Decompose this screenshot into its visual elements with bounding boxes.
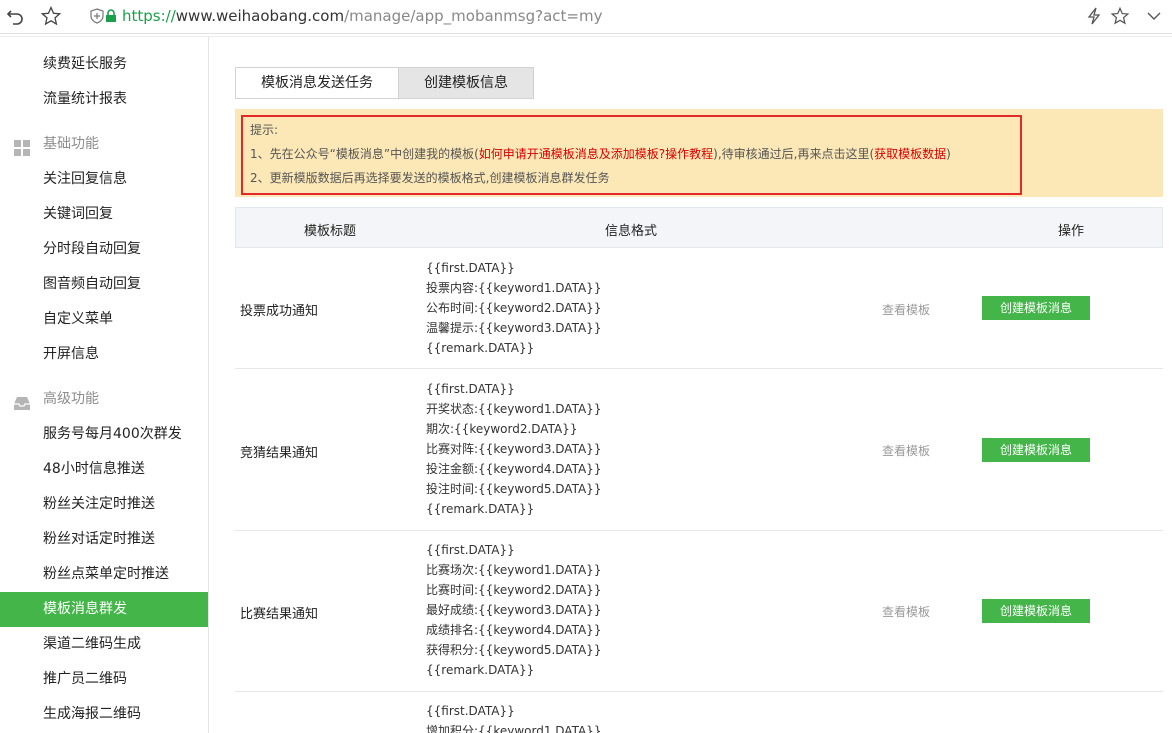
star-icon[interactable] [40,5,62,27]
address-bar-url[interactable]: https://www.weihaobang.com/manage/app_mo… [122,7,602,25]
format-line: {{first.DATA}} [426,704,515,718]
format-line: 期次:{{keyword2.DATA}} [426,422,578,436]
format-line: 投注金额:{{keyword4.DATA}} [426,462,602,476]
sidebar-item-splash-info[interactable]: 开屏信息 [0,337,208,372]
tab-create-template[interactable]: 创建模板信息 [399,67,534,99]
format-line: 公布时间:{{keyword2.DATA}} [426,301,602,315]
sidebar: 续费延长服务 流量统计报表 基础功能 关注回复信息 关键词回复 分时段自动回复 … [0,37,209,733]
sidebar-item-poster-qrcode[interactable]: 生成海报二维码 [0,697,208,732]
format-line: 比赛时间:{{keyword2.DATA}} [426,583,602,597]
format-line: {{first.DATA}} [426,543,515,557]
lightning-icon[interactable] [1083,5,1105,27]
sidebar-item-traffic-stats[interactable]: 流量统计报表 [0,82,208,117]
sidebar-item-renewal[interactable]: 续费延长服务 [0,47,208,82]
create-template-message-button[interactable]: 创建模板消息 [982,438,1090,462]
sidebar-group-advanced: 高级功能 [0,382,208,417]
notice-line-1-text-a: 1、先在公众号“模板消息”中创建我的模板( [250,147,479,161]
table-header: 模板标题 信息格式 操作 [235,207,1163,248]
format-line: 增加积分:{{keyword1.DATA}} [426,724,602,733]
sidebar-item-follow-reply[interactable]: 关注回复信息 [0,162,208,197]
header-template-title: 模板标题 [304,224,357,239]
notice-line-1-text-b: ),待审核通过后,再来点击这里( [713,147,875,161]
format-line: {{first.DATA}} [426,261,515,275]
sidebar-item-custom-menu[interactable]: 自定义菜单 [0,302,208,337]
sidebar-item-follow-timed-push[interactable]: 粉丝关注定时推送 [0,487,208,522]
sidebar-item-promoter-qrcode[interactable]: 推广员二维码 [0,662,208,697]
tab-bar: 模板消息发送任务 创建模板信息 [235,67,534,99]
view-template-link[interactable]: 查看模板 [882,301,930,318]
sidebar-group-basic: 基础功能 [0,127,208,162]
row-title: 投票成功通知 [240,304,319,319]
lock-icon [104,5,118,27]
create-template-message-button[interactable]: 创建模板消息 [982,599,1090,623]
sidebar-item-template-broadcast[interactable]: 模板消息群发 [0,592,208,627]
format-line: 获得积分:{{keyword5.DATA}} [426,643,602,657]
table-row: {{first.DATA}} 增加积分:{{keyword1.DATA}} [235,692,1163,733]
url-path: /manage/app_mobanmsg?act=my [344,7,603,25]
row-title: 比赛结果通知 [240,607,319,622]
sidebar-item-channel-qrcode[interactable]: 渠道二维码生成 [0,627,208,662]
format-line: 温馨提示:{{keyword3.DATA}} [426,321,602,335]
view-template-link[interactable]: 查看模板 [882,442,930,459]
browser-toolbar: https://www.weihaobang.com/manage/app_mo… [0,0,1172,34]
format-line: 成绩排名:{{keyword4.DATA}} [426,623,602,637]
inbox-icon [13,391,31,410]
url-protocol: https:// [122,7,176,25]
header-info-format: 信息格式 [605,224,658,239]
row-format: {{first.DATA}} 投票内容:{{keyword1.DATA}} 公布… [426,258,601,358]
format-line: 比赛对阵:{{keyword3.DATA}} [426,442,602,456]
sidebar-item-48h-push[interactable]: 48小时信息推送 [0,452,208,487]
tutorial-link[interactable]: 如何申请开通模板消息及添加模板?操作教程 [479,147,713,161]
format-line: 投注时间:{{keyword5.DATA}} [426,482,602,496]
view-template-link[interactable]: 查看模板 [882,603,930,620]
notice-line-2: 2、更新模版数据后再选择要发送的模板格式,创建模板消息群发任务 [250,171,610,185]
format-line: {{remark.DATA}} [426,502,535,516]
row-title: 竞猜结果通知 [240,446,319,461]
notice-line-1: 1、先在公众号“模板消息”中创建我的模板(如何申请开通模板消息及添加模板?操作教… [250,145,951,162]
grid-icon [13,136,31,156]
row-format: {{first.DATA}} 增加积分:{{keyword1.DATA}} [426,701,601,733]
sidebar-item-monthly-broadcast[interactable]: 服务号每月400次群发 [0,417,208,452]
format-line: {{remark.DATA}} [426,663,535,677]
table-row: 比赛结果通知 {{first.DATA}} 比赛场次:{{keyword1.DA… [235,531,1163,692]
tab-send-tasks[interactable]: 模板消息发送任务 [235,67,399,99]
fetch-template-data-link[interactable]: 获取模板数据 [874,147,946,161]
create-template-message-button[interactable]: 创建模板消息 [982,296,1090,320]
notice-line-1-text-c: ) [946,147,951,161]
undo-icon[interactable] [4,5,26,27]
row-format: {{first.DATA}} 开奖状态:{{keyword1.DATA}} 期次… [426,379,601,519]
table-row: 竞猜结果通知 {{first.DATA}} 开奖状态:{{keyword1.DA… [235,370,1163,531]
sidebar-group-advanced-label: 高级功能 [43,391,99,407]
sidebar-item-timed-auto-reply[interactable]: 分时段自动回复 [0,232,208,267]
format-line: 比赛场次:{{keyword1.DATA}} [426,563,602,577]
sidebar-item-media-auto-reply[interactable]: 图音频自动回复 [0,267,208,302]
table-row: 投票成功通知 {{first.DATA}} 投票内容:{{keyword1.DA… [235,248,1163,369]
chevron-down-icon[interactable] [1143,5,1165,27]
sidebar-item-menu-timed-push[interactable]: 粉丝点菜单定时推送 [0,557,208,592]
sidebar-item-chat-timed-push[interactable]: 粉丝对话定时推送 [0,522,208,557]
sidebar-item-keyword-reply[interactable]: 关键词回复 [0,197,208,232]
format-line: 投票内容:{{keyword1.DATA}} [426,281,602,295]
format-line: {{first.DATA}} [426,382,515,396]
bookmark-star-icon[interactable] [1109,5,1131,27]
header-actions: 操作 [1058,224,1085,239]
format-line: 开奖状态:{{keyword1.DATA}} [426,402,602,416]
format-line: 最好成绩:{{keyword3.DATA}} [426,603,602,617]
url-host: www.weihaobang.com [175,7,345,25]
format-line: {{remark.DATA}} [426,341,535,355]
notice-title: 提示: [250,123,279,137]
sidebar-group-basic-label: 基础功能 [43,136,99,152]
row-format: {{first.DATA}} 比赛场次:{{keyword1.DATA}} 比赛… [426,540,601,680]
